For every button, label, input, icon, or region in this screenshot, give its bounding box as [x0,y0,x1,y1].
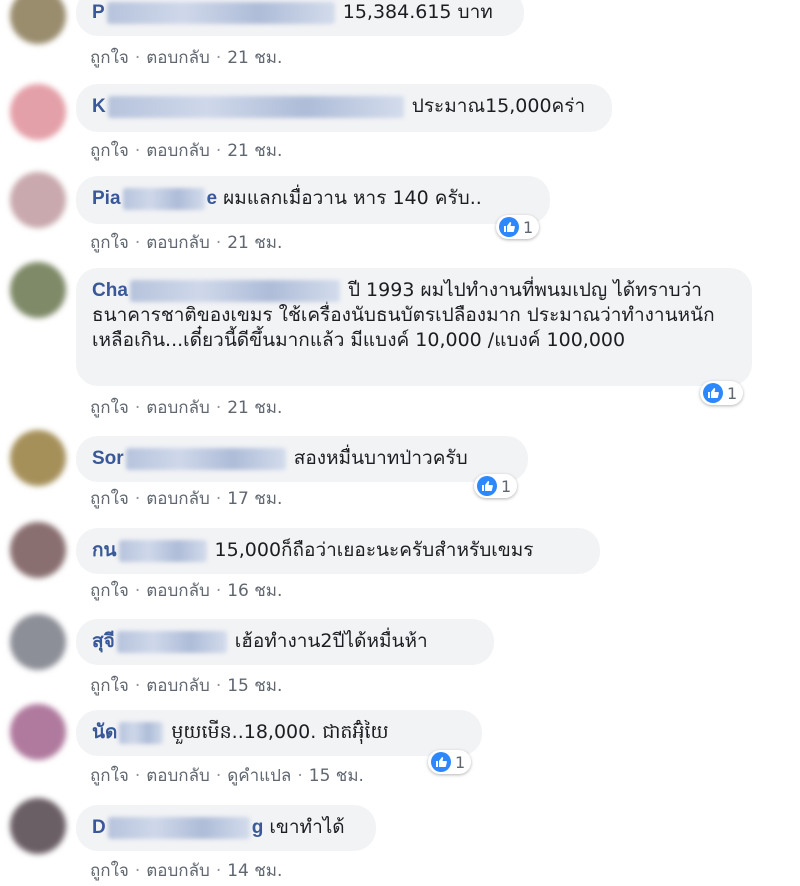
author-name[interactable]: Pia [92,188,121,209]
comment-actions: ถูกใจ · ตอบกลับ · 21 ชม. [90,233,283,253]
author-name-suffix[interactable]: e [207,188,218,209]
blurred-name [125,447,286,470]
avatar[interactable] [10,0,66,44]
comment-actions: ถูกใจ · ตอบกลับ · 15 ชม. [90,676,283,696]
reaction-count[interactable]: 1 [474,474,518,498]
avatar[interactable] [10,430,66,486]
reply-link[interactable]: ตอบกลับ [146,676,210,696]
like-icon [499,217,519,237]
like-link[interactable]: ถูกใจ [90,489,129,509]
comment-actions: ถูกใจ · ตอบกลับ · 17 ชม. [90,489,283,509]
comment-text: ประมาณ15,000คร่า [411,95,586,117]
author-name[interactable]: K [92,96,106,117]
comment-bubble: Dg เขาทำได้ [76,805,376,851]
comment-text: ผมแลกเมื่อวาน หาร 140 ครับ.. [223,187,482,209]
timestamp[interactable]: 17 ชม. [227,489,282,509]
like-link[interactable]: ถูกใจ [90,48,129,68]
comment-text: 15,384.615 บาท [342,1,493,23]
blurred-name [106,1,335,24]
like-link[interactable]: ถูกใจ [90,766,129,786]
timestamp[interactable]: 15 ชม. [309,766,364,786]
timestamp[interactable]: 21 ชม. [227,48,282,68]
blurred-name [122,187,205,210]
comment-text: เฮ้อทำงาน2ปีได้หมื่นห้า [234,630,428,652]
timestamp[interactable]: 14 ชม. [227,861,282,881]
reaction-count[interactable]: 1 [496,215,540,239]
author-name[interactable]: สุจี [92,631,115,652]
comment-actions: ถูกใจ · ตอบกลับ · 14 ชม. [90,861,283,881]
avatar[interactable] [10,704,66,760]
comment-text: មួយមើន..18,000. ជាតអ៊ុំយៃ [171,721,389,743]
comment-bubble: Sor สองหมื่นบาทป่าวครับ [76,436,528,482]
translate-link[interactable]: ดูคำแปล [227,766,291,786]
reply-link[interactable]: ตอบกลับ [146,48,210,68]
avatar[interactable] [10,84,66,140]
reply-link[interactable]: ตอบกลับ [146,489,210,509]
avatar[interactable] [10,262,66,318]
avatar[interactable] [10,798,66,854]
like-icon [431,752,451,772]
like-link[interactable]: ถูกใจ [90,141,129,161]
comment-bubble: Cha ปี 1993 ผมไปทำงานที่พนมเปญ ได้ทราบว่… [76,268,752,386]
author-name[interactable]: P [92,2,105,23]
timestamp[interactable]: 15 ชม. [227,676,282,696]
comment-bubble: นัด មួយមើន..18,000. ជាតអ៊ុំយៃ [76,710,482,756]
comment-actions: ถูกใจ · ตอบกลับ · 21 ชม. [90,48,283,68]
reply-link[interactable]: ตอบกลับ [146,233,210,253]
avatar[interactable] [10,614,66,670]
blurred-name [107,95,404,118]
blurred-name [129,279,340,302]
author-name[interactable]: Cha [92,280,128,301]
reaction-count[interactable]: 1 [428,750,472,774]
comment-bubble: Pia e ผมแลกเมื่อวาน หาร 140 ครับ.. [76,176,550,224]
comment-bubble: สุจี เฮ้อทำงาน2ปีได้หมื่นห้า [76,619,494,665]
reply-link[interactable]: ตอบกลับ [146,861,210,881]
comment-text: เขาทำได้ [269,816,345,838]
comment-bubble: กน 15,000ก็ถือว่าเยอะนะครับสำหรับเขมร [76,528,600,574]
blurred-name [119,721,164,744]
like-link[interactable]: ถูกใจ [90,676,129,696]
like-link[interactable]: ถูกใจ [90,233,129,253]
author-name[interactable]: กน [92,540,117,561]
author-name-suffix[interactable]: g [252,817,264,838]
reply-link[interactable]: ตอบกลับ [146,766,210,786]
blurred-name [118,539,207,562]
reply-link[interactable]: ตอบกลับ [146,581,210,601]
timestamp[interactable]: 21 ชม. [227,398,282,418]
avatar[interactable] [10,172,66,228]
comment-actions: ถูกใจ · ตอบกลับ · 16 ชม. [90,581,283,601]
comment-text: สองหมื่นบาทป่าวครับ [293,447,468,469]
comment-actions: ถูกใจ · ตอบกลับ · 21 ชม. [90,141,283,161]
blurred-name [107,816,250,839]
like-icon [703,383,723,403]
blurred-name [116,630,227,653]
comment-text: 15,000ก็ถือว่าเยอะนะครับสำหรับเขมร [214,539,534,561]
author-name[interactable]: Sor [92,448,124,469]
like-icon [477,476,497,496]
comment-actions: ถูกใจ · ตอบกลับ · 21 ชม. [90,398,283,418]
like-link[interactable]: ถูกใจ [90,861,129,881]
like-link[interactable]: ถูกใจ [90,581,129,601]
reaction-count[interactable]: 1 [700,381,744,405]
reply-link[interactable]: ตอบกลับ [146,398,210,418]
author-name[interactable]: นัด [92,722,117,743]
avatar[interactable] [10,522,66,578]
reply-link[interactable]: ตอบกลับ [146,141,210,161]
comment-actions: ถูกใจ · ตอบกลับ · ดูคำแปล · 15 ชม. [90,766,364,786]
timestamp[interactable]: 16 ชม. [227,581,282,601]
like-link[interactable]: ถูกใจ [90,398,129,418]
author-name[interactable]: D [92,817,106,838]
timestamp[interactable]: 21 ชม. [227,233,282,253]
timestamp[interactable]: 21 ชม. [227,141,282,161]
comment-bubble: P 15,384.615 บาท [76,0,524,36]
comment-bubble: K ประมาณ15,000คร่า [76,84,612,132]
